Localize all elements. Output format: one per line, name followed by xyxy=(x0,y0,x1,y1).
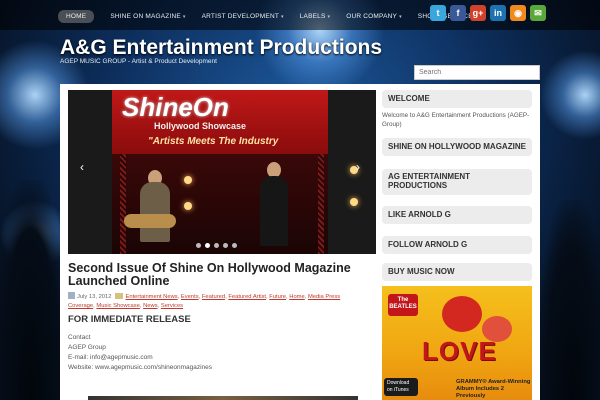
nav-item-our-company[interactable]: OUR COMPANY ▾ xyxy=(346,13,402,20)
facebook-icon[interactable]: f xyxy=(450,5,466,21)
performer-guitarist xyxy=(140,182,170,242)
stage-spot-2 xyxy=(184,202,192,210)
welcome-text: Welcome to A&G Entertainment Productions… xyxy=(382,112,530,128)
stage-truss-left xyxy=(120,154,126,254)
rss-icon[interactable]: ◉ xyxy=(510,5,526,21)
nav-item-label: SHINE ON MAGAZINE xyxy=(110,13,181,20)
category-link[interactable]: Future xyxy=(269,294,286,300)
slider-prev-arrow[interactable]: ‹ xyxy=(80,160,84,174)
slide-tagline: "Artists Meets The Industry xyxy=(148,136,279,147)
album-splash-1 xyxy=(442,296,482,332)
chevron-down-icon: ▾ xyxy=(182,14,186,20)
sidebar-heading-magazine[interactable]: SHINE ON HOLLYWOOD MAGAZINE xyxy=(382,138,532,156)
category-link[interactable]: Music Showcase xyxy=(96,303,140,309)
sidebar-heading-welcome: WELCOME xyxy=(382,90,532,108)
contact-block: Contact AGEP Group E-mail: info@agepmusic.… xyxy=(68,333,212,373)
post-title[interactable]: Second Issue Of Shine On Hollywood Magaz… xyxy=(68,262,368,288)
slider-next-arrow[interactable]: › xyxy=(356,160,360,174)
category-link[interactable]: Events xyxy=(181,294,199,300)
contact-line: AGEP Group xyxy=(68,344,106,351)
sidebar-heading-like[interactable]: LIKE ARNOLD G xyxy=(382,206,532,224)
google-plus-icon[interactable]: g+ xyxy=(470,5,486,21)
category-link[interactable]: News xyxy=(143,303,158,309)
stage-truss-right xyxy=(318,154,324,254)
chevron-down-icon: ▾ xyxy=(327,14,331,20)
sidebar-heading-follow[interactable]: FOLLOW ARNOLD G xyxy=(382,236,532,254)
folder-icon xyxy=(115,293,124,299)
album-title: LOVE xyxy=(422,336,497,366)
nav-item-label: ARTIST DEVELOPMENT xyxy=(201,13,280,20)
stage-spot-1 xyxy=(184,176,192,184)
album-grammy-note: GRAMMY® Award-Winning Album Includes 2 P… xyxy=(456,379,531,399)
stage-light-right xyxy=(540,50,600,140)
category-link[interactable]: Services xyxy=(161,303,183,309)
slider-dot[interactable] xyxy=(205,243,210,248)
site-title[interactable]: A&G Entertainment Productions xyxy=(60,36,382,60)
itunes-badge[interactable]: Download on iTunes xyxy=(384,378,418,396)
nav-item-label: LABELS xyxy=(299,13,326,20)
nav-item-labels[interactable]: LABELS ▾ xyxy=(300,13,331,20)
contact-line: Contact xyxy=(68,334,91,341)
post-date: July 13, 2012 xyxy=(77,294,112,300)
category-link[interactable]: Entertainment News xyxy=(125,294,177,300)
calendar-icon xyxy=(68,292,75,299)
release-heading: FOR IMMEDIATE RELEASE xyxy=(68,314,191,325)
chevron-down-icon: ▾ xyxy=(399,14,402,20)
contact-line: E-mail: info@agepmusic.com xyxy=(68,354,153,361)
nav-item-home[interactable]: HOME xyxy=(58,10,95,23)
sidebar-heading-buy[interactable]: BUY MUSIC NOW xyxy=(382,263,532,281)
performer-singer xyxy=(260,176,288,246)
nav-item-artist-development[interactable]: ARTIST DEVELOPMENT ▾ xyxy=(202,13,284,20)
slide-subtitle: Hollywood Showcase xyxy=(154,121,247,131)
content-panel: ShineOn Hollywood Showcase "Artists Meet… xyxy=(60,84,540,400)
post-meta: July 13, 2012 Entertainment News, Events,… xyxy=(68,292,368,311)
guitar xyxy=(124,214,176,228)
nav-item-label: HOME xyxy=(66,13,87,20)
slider-dot[interactable] xyxy=(196,243,201,248)
contact-line: Website: www.agepmusic.com/shineonmagazi… xyxy=(68,364,213,371)
sidebar-heading-ag[interactable]: AG ENTERTAINMENT PRODUCTIONS xyxy=(382,169,532,195)
nav-item-label: OUR COMPANY xyxy=(346,13,398,20)
slide-brand-text: ShineOn xyxy=(122,92,229,122)
post-image-preview xyxy=(88,396,358,400)
chevron-down-icon: ▾ xyxy=(281,14,284,20)
category-link[interactable]: Home xyxy=(289,294,304,300)
email-icon[interactable]: ✉ xyxy=(530,5,546,21)
linkedin-icon[interactable]: in xyxy=(490,5,506,21)
category-link[interactable]: Featured Artist xyxy=(228,294,266,300)
search-input[interactable] xyxy=(414,65,540,80)
slider-dot[interactable] xyxy=(223,243,228,248)
featured-slider[interactable]: ShineOn Hollywood Showcase "Artists Meet… xyxy=(68,90,376,254)
album-ad[interactable]: The BEATLES LOVE Download on iTunes GRAM… xyxy=(382,286,532,400)
slider-pagination xyxy=(196,243,241,248)
slider-dot[interactable] xyxy=(214,243,219,248)
category-link[interactable]: Featured xyxy=(202,294,225,300)
twitter-icon[interactable]: t xyxy=(430,5,446,21)
nav-item-shine-on-magazine[interactable]: SHINE ON MAGAZINE ▾ xyxy=(110,13,185,20)
site-tagline: AGEP MUSIC GROUP - Artist & Product Deve… xyxy=(60,58,217,65)
slider-dot[interactable] xyxy=(232,243,237,248)
social-icons: t f g+ in ◉ ✉ xyxy=(426,5,546,21)
crowd-silhouette-right xyxy=(535,200,600,400)
album-band-logo: The BEATLES xyxy=(388,294,418,316)
stage-spot-4 xyxy=(350,198,358,206)
